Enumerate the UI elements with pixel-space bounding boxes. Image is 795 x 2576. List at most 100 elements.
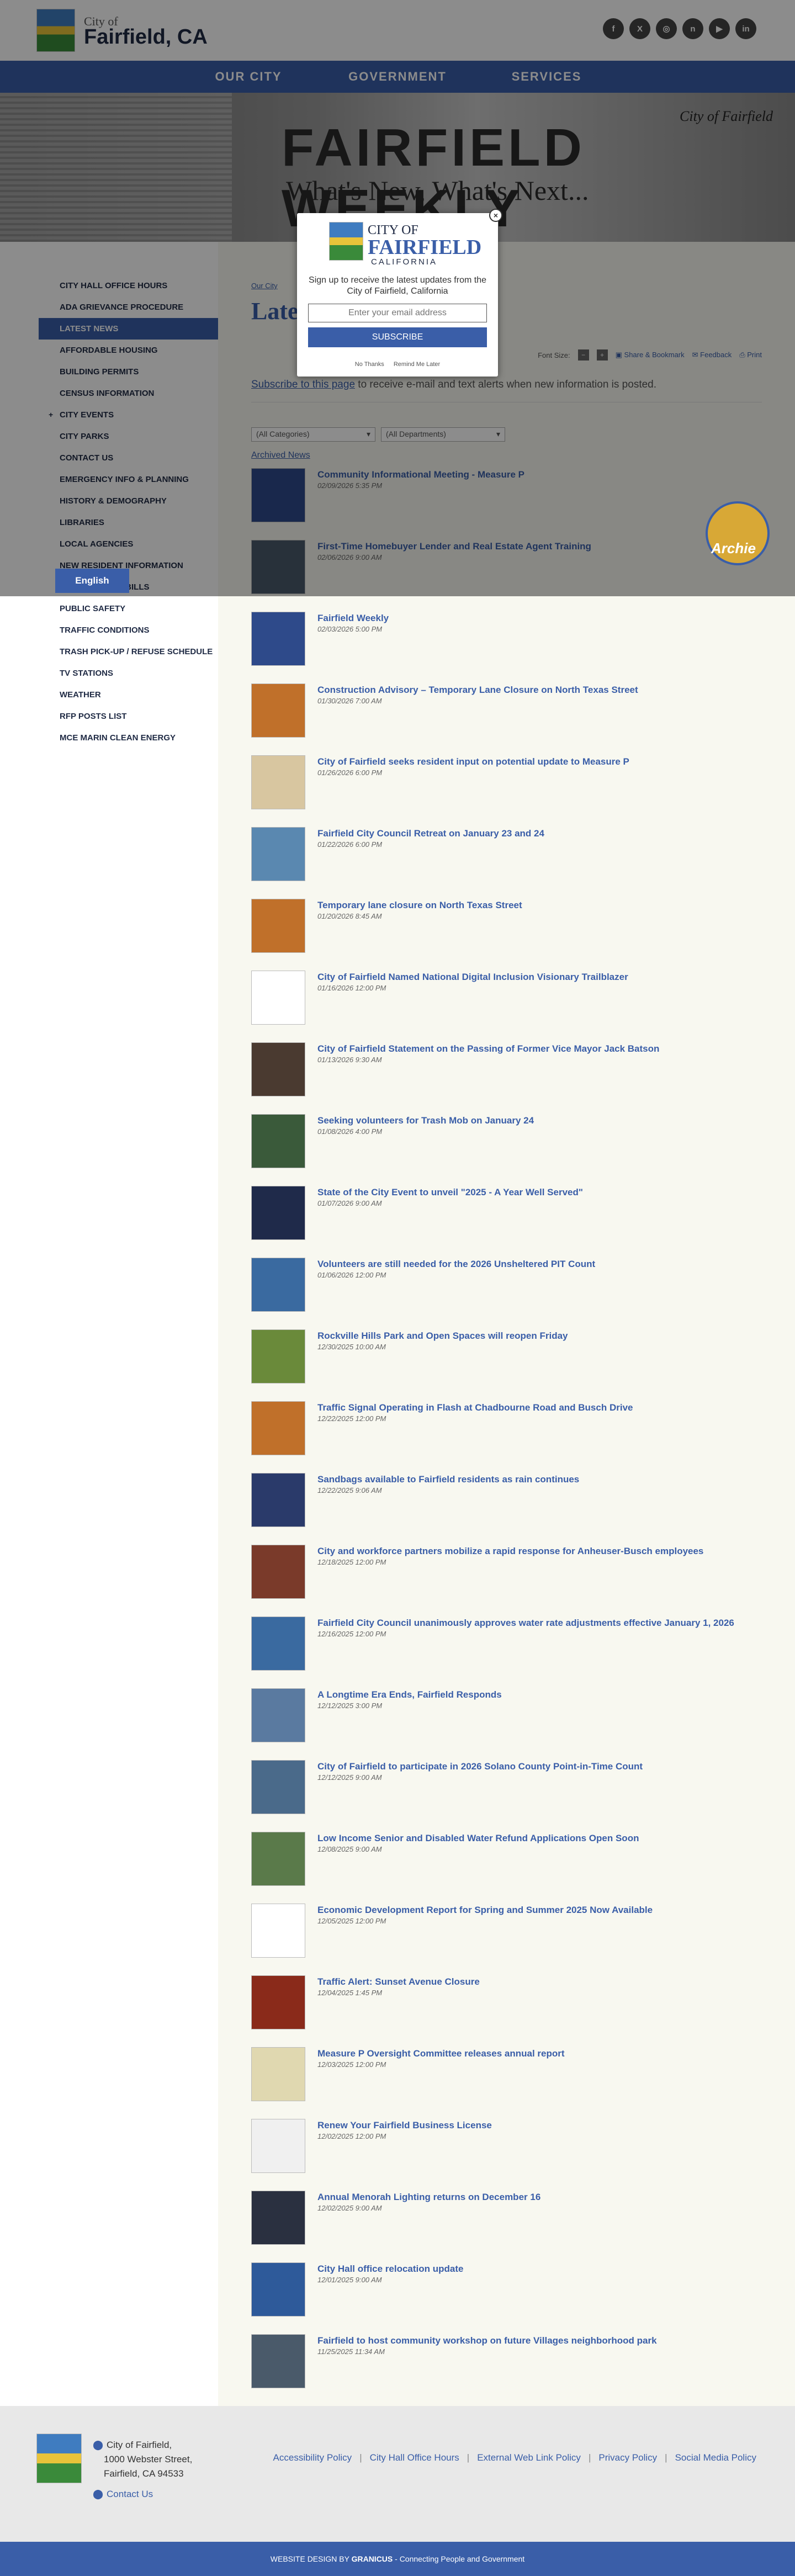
news-title-link[interactable]: Fairfield City Council Retreat on Januar… [317, 828, 544, 839]
no-thanks-link[interactable]: No Thanks [355, 361, 384, 368]
news-title-link[interactable]: Low Income Senior and Disabled Water Ref… [317, 1833, 639, 1844]
news-thumbnail[interactable] [251, 2119, 305, 2173]
sidebar-item[interactable]: TV STATIONS [0, 662, 218, 684]
news-thumbnail[interactable] [251, 1545, 305, 1599]
chatbot-label[interactable]: Archie [711, 540, 756, 557]
news-title-link[interactable]: City of Fairfield seeks resident input o… [317, 756, 629, 767]
news-item: Temporary lane closure on North Texas St… [251, 899, 762, 971]
sidebar-item[interactable]: PUBLIC SAFETY [0, 598, 218, 619]
news-item: A Longtime Era Ends, Fairfield Responds 1… [251, 1688, 762, 1760]
address-line-3: Fairfield, CA 94533 [104, 2468, 184, 2479]
news-date: 12/22/2025 9:06 AM [317, 1486, 382, 1494]
news-thumbnail[interactable] [251, 1904, 305, 1958]
footer-link[interactable]: Privacy Policy [598, 2452, 657, 2463]
news-date: 12/18/2025 12:00 PM [317, 1558, 386, 1566]
news-date: 12/02/2025 9:00 AM [317, 2204, 382, 2212]
news-thumbnail[interactable] [251, 1473, 305, 1527]
news-title-link[interactable]: Temporary lane closure on North Texas St… [317, 900, 522, 911]
news-thumbnail[interactable] [251, 1329, 305, 1384]
news-date: 01/22/2026 6:00 PM [317, 840, 383, 849]
news-thumbnail[interactable] [251, 1688, 305, 1742]
news-title-link[interactable]: City of Fairfield Named National Digital… [317, 972, 628, 983]
news-thumbnail[interactable] [251, 827, 305, 881]
news-thumbnail[interactable] [251, 1832, 305, 1886]
news-thumbnail[interactable] [251, 2191, 305, 2245]
news-title-link[interactable]: Fairfield City Council unanimously appro… [317, 1618, 734, 1629]
news-thumbnail[interactable] [251, 612, 305, 666]
news-item: Traffic Signal Operating in Flash at Cha… [251, 1401, 762, 1473]
remind-later-link[interactable]: Remind Me Later [394, 361, 440, 368]
news-title-link[interactable]: Economic Development Report for Spring a… [317, 1905, 653, 1916]
link-separator: | [359, 2452, 362, 2463]
news-item: City of Fairfield to participate in 2026… [251, 1760, 762, 1832]
modal-state: CALIFORNIA [371, 257, 438, 267]
news-item: Fairfield Weekly 02/03/2026 5:00 PM [251, 612, 762, 683]
translate-button[interactable]: English [55, 569, 129, 593]
subscribe-button[interactable]: SUBSCRIBE [308, 327, 487, 347]
footer-link[interactable]: Accessibility Policy [273, 2452, 352, 2463]
news-item: Measure P Oversight Committee releases a… [251, 2047, 762, 2119]
news-thumbnail[interactable] [251, 1975, 305, 2029]
credit-bar: WEBSITE DESIGN BY GRANICUS - Connecting … [0, 2542, 795, 2576]
news-date: 12/03/2025 12:00 PM [317, 2060, 386, 2069]
news-item: City and workforce partners mobilize a r… [251, 1545, 762, 1616]
news-title-link[interactable]: Construction Advisory – Temporary Lane C… [317, 685, 638, 696]
credit-prefix: WEBSITE DESIGN BY [270, 2554, 352, 2563]
news-thumbnail[interactable] [251, 1186, 305, 1240]
news-item: City of Fairfield seeks resident input o… [251, 755, 762, 827]
footer-links: Accessibility Policy | City Hall Office Ho… [273, 2452, 756, 2463]
footer-link[interactable]: City Hall Office Hours [370, 2452, 459, 2463]
news-title-link[interactable]: Seeking volunteers for Trash Mob on Janu… [317, 1115, 534, 1126]
footer-link[interactable]: External Web Link Policy [477, 2452, 581, 2463]
sidebar-item[interactable]: TRAFFIC CONDITIONS [0, 619, 218, 641]
sidebar-item[interactable]: WEATHER [0, 684, 218, 706]
footer-logo[interactable] [36, 2434, 82, 2483]
sidebar-item-label: PUBLIC SAFETY [60, 604, 126, 613]
news-thumbnail[interactable] [251, 1616, 305, 1671]
news-thumbnail[interactable] [251, 899, 305, 953]
news-title-link[interactable]: City Hall office relocation update [317, 2264, 464, 2275]
news-thumbnail[interactable] [251, 1258, 305, 1312]
news-thumbnail[interactable] [251, 1760, 305, 1814]
close-icon[interactable]: × [489, 209, 502, 222]
news-thumbnail[interactable] [251, 971, 305, 1025]
news-title-link[interactable]: A Longtime Era Ends, Fairfield Responds [317, 1689, 502, 1700]
news-thumbnail[interactable] [251, 755, 305, 809]
sidebar-item[interactable]: RFP POSTS LIST [0, 706, 218, 727]
news-thumbnail[interactable] [251, 2047, 305, 2101]
news-thumbnail[interactable] [251, 2262, 305, 2317]
news-thumbnail[interactable] [251, 1114, 305, 1168]
news-title-link[interactable]: Fairfield Weekly [317, 613, 389, 624]
news-title-link[interactable]: Traffic Signal Operating in Flash at Cha… [317, 1402, 633, 1413]
sidebar-item[interactable]: TRASH PICK-UP / REFUSE SCHEDULE [0, 641, 218, 662]
news-title-link[interactable]: Measure P Oversight Committee releases a… [317, 2048, 565, 2059]
news-thumbnail[interactable] [251, 1401, 305, 1455]
location-pin-icon: ⬤ [93, 2440, 104, 2450]
granicus-link[interactable]: GRANICUS [352, 2554, 393, 2563]
news-title-link[interactable]: Sandbags available to Fairfield resident… [317, 1474, 579, 1485]
news-thumbnail[interactable] [251, 683, 305, 738]
news-title-link[interactable]: Annual Menorah Lighting returns on Decem… [317, 2192, 540, 2203]
news-date: 01/07/2026 9:00 AM [317, 1199, 382, 1207]
news-thumbnail[interactable] [251, 1042, 305, 1096]
news-date: 12/05/2025 12:00 PM [317, 1917, 386, 1925]
footer-contact[interactable]: ⬤ Contact Us [93, 2489, 153, 2500]
news-title-link[interactable]: City of Fairfield Statement on the Passi… [317, 1043, 659, 1054]
footer-link[interactable]: Social Media Policy [675, 2452, 756, 2463]
news-title-link[interactable]: Volunteers are still needed for the 2026… [317, 1259, 595, 1270]
news-thumbnail[interactable] [251, 2334, 305, 2388]
sidebar-item[interactable]: MCE MARIN CLEAN ENERGY [0, 727, 218, 749]
news-title-link[interactable]: Renew Your Fairfield Business License [317, 2120, 492, 2131]
news-title-link[interactable]: Rockville Hills Park and Open Spaces wil… [317, 1331, 568, 1342]
news-title-link[interactable]: State of the City Event to unveil "2025 … [317, 1187, 583, 1198]
news-title-link[interactable]: City and workforce partners mobilize a r… [317, 1546, 703, 1557]
news-date: 02/03/2026 5:00 PM [317, 625, 383, 633]
modal-text: Sign up to receive the latest updates fr… [309, 275, 486, 296]
news-item: Fairfield to host community workshop on … [251, 2334, 762, 2406]
email-field[interactable] [308, 304, 487, 322]
news-title-link[interactable]: Traffic Alert: Sunset Avenue Closure [317, 1976, 480, 1987]
address-line-2: 1000 Webster Street, [104, 2454, 193, 2464]
news-item: City of Fairfield Statement on the Passi… [251, 1042, 762, 1114]
news-title-link[interactable]: City of Fairfield to participate in 2026… [317, 1761, 643, 1772]
news-title-link[interactable]: Fairfield to host community workshop on … [317, 2335, 657, 2346]
